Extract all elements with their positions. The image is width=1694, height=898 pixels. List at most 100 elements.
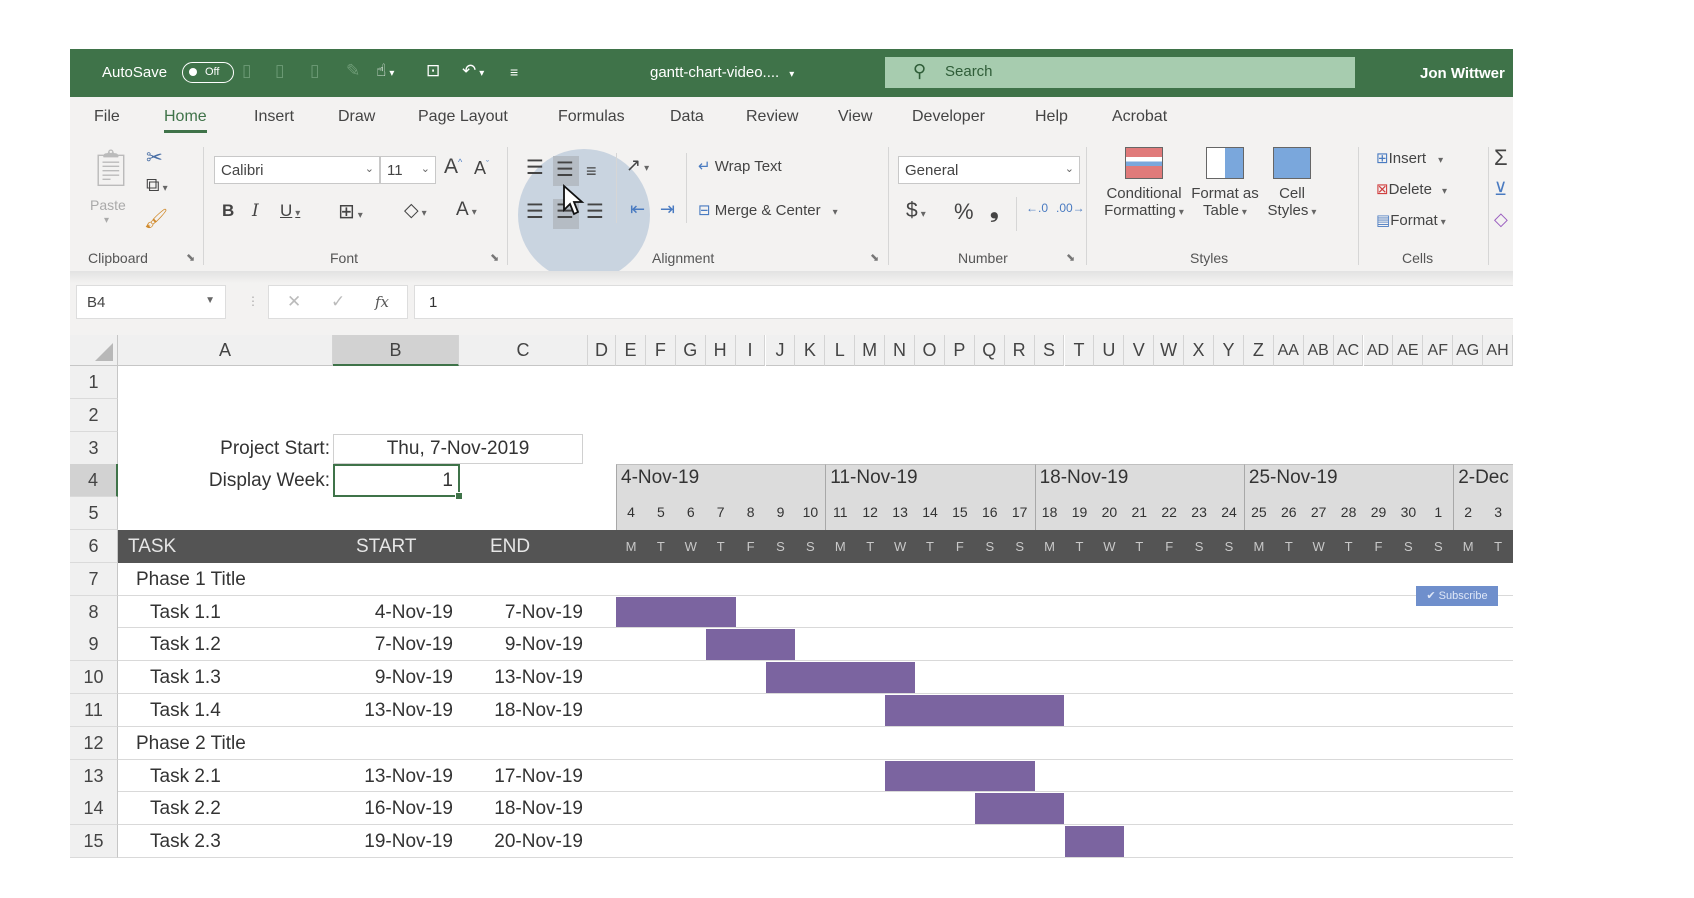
tab-formulas[interactable]: Formulas — [558, 108, 625, 126]
row-header-15[interactable]: 15 — [70, 825, 118, 859]
column-header-ac[interactable]: AC — [1333, 335, 1364, 366]
percent-button[interactable]: % — [954, 199, 974, 225]
font-launcher-icon[interactable]: ⬊ — [490, 251, 499, 264]
column-header-l[interactable]: L — [825, 335, 856, 366]
formula-input[interactable]: 1 — [414, 285, 1513, 319]
conditional-formatting-button[interactable]: Conditional Formatting ▾ — [1102, 147, 1186, 219]
bottom-align-button[interactable]: ≡ — [586, 161, 597, 182]
font-color-button[interactable]: A ▾ — [456, 199, 477, 221]
row-header-10[interactable]: 10 — [70, 661, 118, 695]
cell-styles-button[interactable]: Cell Styles ▾ — [1262, 147, 1322, 219]
align-right-button[interactable]: ☰ — [586, 199, 604, 224]
row-header-9[interactable]: 9 — [70, 628, 118, 662]
column-header-r[interactable]: R — [1004, 335, 1035, 366]
column-header-ad[interactable]: AD — [1363, 335, 1394, 366]
column-header-t[interactable]: T — [1064, 335, 1095, 366]
column-header-v[interactable]: V — [1124, 335, 1155, 366]
camera-icon[interactable]: ⊡ — [426, 61, 440, 81]
comma-button[interactable]: ❟ — [990, 197, 999, 223]
column-header-s[interactable]: S — [1034, 335, 1065, 366]
worksheet-grid[interactable]: Project Start: Thu, 7-Nov-2019 Display W… — [70, 335, 1513, 866]
column-header-g[interactable]: G — [675, 335, 706, 366]
column-header-j[interactable]: J — [765, 335, 796, 366]
column-header-p[interactable]: P — [944, 335, 975, 366]
column-header-i[interactable]: I — [735, 335, 766, 366]
increase-font-button[interactable]: A^ — [444, 155, 462, 179]
autosave-toggle[interactable]: Off — [182, 62, 234, 83]
number-format-combo[interactable]: General ⌄ — [898, 156, 1080, 184]
autosum-button[interactable]: Σ — [1494, 145, 1508, 171]
clear-eraser-icon[interactable]: ◇ — [1494, 209, 1508, 230]
column-header-w[interactable]: W — [1154, 335, 1185, 366]
clipboard-launcher-icon[interactable]: ⬊ — [186, 251, 195, 264]
column-header-aa[interactable]: AA — [1273, 335, 1304, 366]
column-header-n[interactable]: N — [885, 335, 915, 366]
column-header-e[interactable]: E — [616, 335, 646, 366]
italic-button[interactable]: I — [252, 201, 259, 221]
column-header-q[interactable]: Q — [974, 335, 1005, 366]
row-header-11[interactable]: 11 — [70, 694, 118, 727]
touch-mode-icon[interactable]: ☝ ▾ — [376, 61, 394, 81]
row-header-2[interactable]: 2 — [70, 398, 118, 432]
tab-help[interactable]: Help — [1035, 108, 1068, 126]
tab-view[interactable]: View — [838, 108, 872, 126]
increase-indent-button[interactable]: ⇥ — [660, 199, 675, 220]
paste-icon[interactable]: 📋︎ — [88, 147, 134, 189]
customize-qat-icon[interactable]: ≡ — [510, 64, 518, 80]
enter-icon[interactable]: ✓ — [331, 292, 345, 312]
tab-insert[interactable]: Insert — [254, 108, 294, 126]
column-header-d[interactable]: D — [588, 335, 616, 366]
top-align-button[interactable]: ☰ — [526, 155, 544, 180]
column-header-o[interactable]: O — [915, 335, 945, 366]
alignment-launcher-icon[interactable]: ⬊ — [870, 251, 879, 264]
borders-button[interactable]: ⊞ ▾ — [338, 199, 363, 224]
tab-review[interactable]: Review — [746, 108, 798, 126]
middle-align-button[interactable]: ☰ — [556, 157, 574, 182]
number-launcher-icon[interactable]: ⬊ — [1066, 251, 1075, 264]
column-header-ag[interactable]: AG — [1453, 335, 1484, 366]
tab-draw[interactable]: Draw — [338, 108, 375, 126]
column-header-x[interactable]: X — [1184, 335, 1214, 366]
row-header-8[interactable]: 8 — [70, 595, 118, 629]
column-header-ae[interactable]: AE — [1393, 335, 1424, 366]
column-header-y[interactable]: Y — [1214, 335, 1244, 366]
fill-icon[interactable]: ⊻ — [1494, 179, 1507, 200]
column-header-ab[interactable]: AB — [1303, 335, 1334, 366]
row-header-1[interactable]: 1 — [70, 366, 118, 399]
paste-dropdown-icon[interactable]: ▾ — [104, 215, 109, 226]
row-header-3[interactable]: 3 — [70, 431, 118, 465]
file-name[interactable]: gantt-chart-video.... ▾ — [650, 64, 794, 81]
row-header-12[interactable]: 12 — [70, 726, 118, 760]
decrease-indent-button[interactable]: ⇤ — [630, 199, 645, 220]
column-header-af[interactable]: AF — [1423, 335, 1454, 366]
row-header-7[interactable]: 7 — [70, 562, 118, 596]
format-painter-icon[interactable]: 🖌︎ — [144, 207, 168, 231]
row-header-14[interactable]: 14 — [70, 792, 118, 826]
search-box[interactable]: ⚲ Search — [885, 57, 1355, 88]
cancel-icon[interactable]: ✕ — [287, 292, 301, 312]
format-as-table-button[interactable]: Format as Table ▾ — [1190, 147, 1260, 219]
row-header-13[interactable]: 13 — [70, 759, 118, 793]
tab-home[interactable]: Home — [164, 108, 207, 133]
fill-color-button[interactable]: ◇ ▾ — [404, 199, 427, 222]
insert-function-icon[interactable]: fx — [375, 293, 389, 311]
cut-icon[interactable]: ✂ — [146, 145, 163, 170]
user-name[interactable]: Jon Wittwer — [1420, 65, 1505, 82]
tab-file[interactable]: File — [94, 108, 120, 126]
name-box[interactable]: B4 ▼ — [76, 285, 226, 319]
delete-cells-button[interactable]: ⊠Delete ▾ — [1376, 180, 1447, 198]
column-header-u[interactable]: U — [1094, 335, 1125, 366]
wrap-text-button[interactable]: ↵ Wrap Text — [698, 157, 782, 175]
select-all-button[interactable] — [70, 335, 118, 366]
underline-button[interactable]: U ▾ — [280, 201, 300, 221]
column-header-k[interactable]: K — [795, 335, 826, 366]
column-header-b[interactable]: B — [333, 335, 459, 366]
merge-center-button[interactable]: ⊟ Merge & Center ▾ — [698, 201, 838, 219]
increase-decimal-button[interactable]: ←.0 — [1026, 201, 1048, 215]
align-left-button[interactable]: ☰ — [526, 199, 544, 224]
column-header-h[interactable]: H — [705, 335, 736, 366]
orientation-button[interactable]: ↗ ▾ — [626, 155, 649, 176]
bold-button[interactable]: B — [222, 201, 234, 221]
copy-icon[interactable]: ⧉ ▾ — [146, 175, 168, 197]
paste-button[interactable]: Paste — [90, 197, 126, 213]
